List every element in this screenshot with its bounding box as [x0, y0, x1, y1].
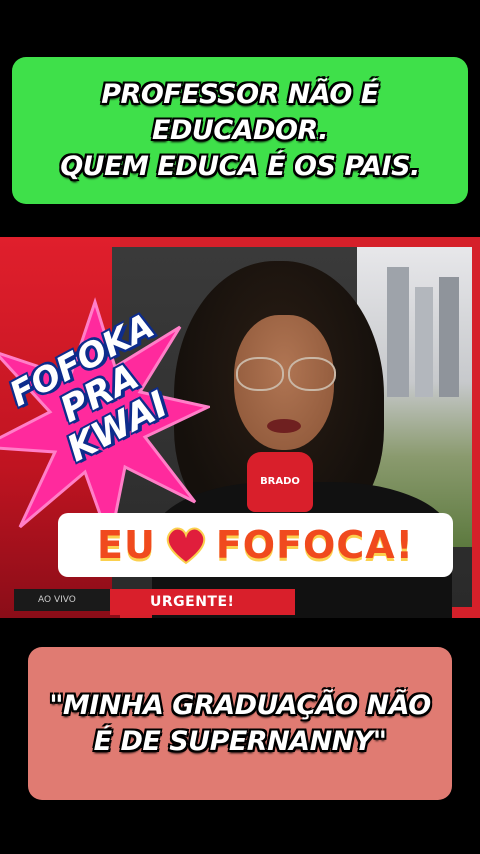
live-label: AO VIVO — [14, 589, 110, 611]
microphone-icon: BRADO — [247, 452, 313, 512]
building — [439, 277, 459, 397]
glasses-icon — [232, 357, 336, 391]
top-caption-box: PROFESSOR NÃO É EDUCADOR. QUEM EDUCA É O… — [12, 57, 468, 204]
person-mouth — [267, 419, 301, 433]
bottom-caption-box: "MINHA GRADUAÇÃO NÃO É DE SUPERNANNY" — [28, 647, 452, 800]
top-caption-line1: PROFESSOR NÃO É EDUCADOR. — [101, 78, 379, 146]
bottom-caption-line1: "MINHA GRADUAÇÃO NÃO — [49, 689, 431, 721]
building — [415, 287, 433, 397]
love-gossip-banner: EU FOFOCA! — [58, 513, 453, 577]
love-right-word: FOFOCA! — [215, 523, 414, 567]
building — [387, 267, 409, 397]
love-left-word: EU — [97, 523, 156, 567]
urgent-label: URGENTE! — [110, 589, 295, 615]
top-caption-line2: QUEM EDUCA É OS PAIS. — [60, 150, 420, 182]
heart-icon — [166, 527, 206, 565]
bottom-caption-line2: É DE SUPERNANNY" — [93, 725, 387, 757]
mic-brand-label: BRADO — [260, 476, 300, 487]
video-frame[interactable]: BRADO FOFOKA PRA KWAI AO VIVO URGENTE! E… — [0, 237, 480, 618]
